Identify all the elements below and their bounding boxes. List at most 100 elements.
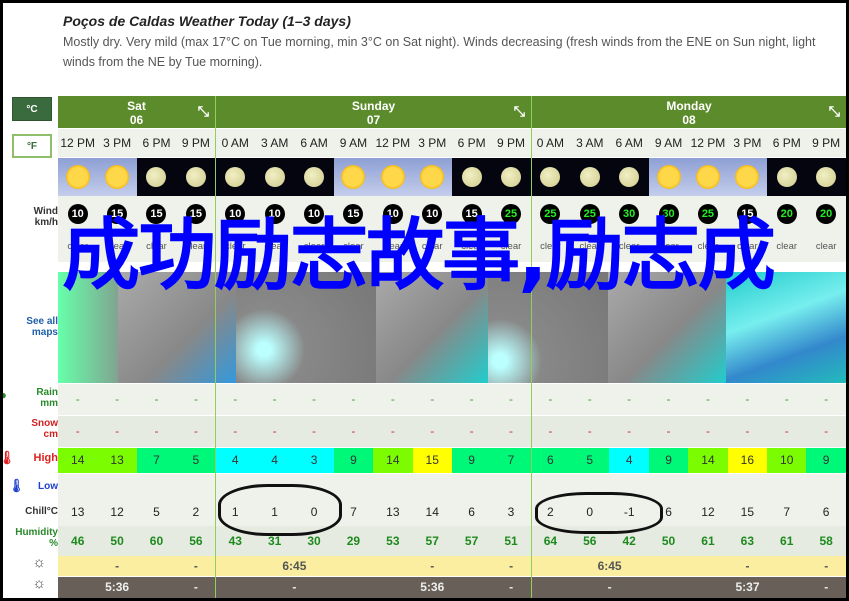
sun-icon: [735, 165, 760, 189]
high-temp-cell: 5: [176, 448, 216, 473]
humidity-cell: 57: [464, 534, 479, 548]
weather-map-thumbnail[interactable]: [376, 272, 488, 383]
rain-cell: -: [115, 392, 120, 406]
chill-cell: 14: [425, 505, 439, 519]
weather-cell: [767, 158, 807, 196]
chill-cell: 15: [740, 505, 755, 519]
sunset-icon: ☼: [32, 575, 46, 592]
wind-cell: 10: [215, 196, 255, 232]
moon-icon: [264, 167, 285, 187]
collapse-icon[interactable]: ⤡: [829, 104, 840, 118]
wind-row: 10 15 15 15 10 10 10 15 10 10 15 25 25 25 30 30 25 15 20 20: [58, 196, 846, 232]
weather-cell: [254, 158, 295, 196]
humidity-cell: 50: [110, 534, 124, 548]
wind-cell: 15: [333, 196, 374, 232]
condition-cell: clear: [451, 232, 492, 262]
rain-cell: -: [154, 392, 159, 406]
condition-row: clear clear clear clear clear clear clear clear…: [58, 232, 846, 262]
wind-cell: 30: [609, 196, 649, 232]
fahrenheit-button[interactable]: °F: [12, 134, 52, 158]
chill-cell: 13: [71, 505, 85, 519]
forecast-summary: Mostly dry. Very mild (max 17°C on Tue m…: [63, 35, 816, 69]
time-cell: 12 PM: [688, 129, 728, 157]
wind-arrow-icon: 15: [146, 204, 167, 224]
rain-cell: -: [587, 392, 592, 406]
condition-cell: clear: [136, 232, 177, 262]
see-all-maps-link[interactable]: See all maps: [26, 316, 58, 338]
high-temp-cell: 13: [97, 448, 137, 473]
thermometer-cold-icon: 🌡: [8, 478, 25, 493]
snow-cell: -: [508, 424, 513, 438]
chill-cell: 6: [822, 505, 830, 519]
sun-icon: [656, 165, 681, 189]
moon-icon: [304, 167, 325, 187]
snow-cell: -: [587, 424, 592, 438]
wind-cell: 10: [412, 196, 452, 232]
collapse-icon[interactable]: ⤡: [514, 104, 525, 118]
wind-arrow-icon: 10: [264, 204, 285, 224]
weather-map-thumbnail[interactable]: [236, 272, 376, 383]
condition-cell: clear: [609, 232, 649, 262]
condition-cell: clear: [176, 232, 216, 262]
high-temp-cell: 6: [530, 448, 571, 473]
moon-icon: [619, 167, 640, 187]
wind-cell: 25: [570, 196, 610, 232]
wind-arrow-icon: 10: [304, 204, 325, 224]
weather-map-thumbnail[interactable]: [608, 272, 726, 383]
time-cell: 9 PM: [176, 129, 216, 157]
condition-cell: clear: [97, 232, 137, 262]
weather-cell: [806, 158, 846, 196]
high-label: 🌡 High: [3, 451, 58, 464]
humidity-cell: 61: [780, 534, 794, 548]
day-header-sat[interactable]: Sat 06 ⤡: [58, 96, 215, 128]
snow-cell: -: [75, 424, 80, 438]
high-temp-cell: 3: [294, 448, 334, 473]
wind-cell: 20: [767, 196, 807, 232]
rain-cell: -: [193, 392, 198, 406]
wind-arrow-icon: 10: [382, 204, 403, 224]
wind-arrow-icon: 15: [185, 204, 206, 224]
humidity-cell: 61: [701, 534, 715, 548]
weather-map-thumbnail[interactable]: [118, 272, 236, 383]
condition-cell: clear: [767, 232, 807, 262]
time-cell: 9 PM: [491, 129, 531, 157]
high-temp-row: 14 13 7 5 4 4 3 9 14 15 9 7 6 5 4 9 14 16 10 9: [58, 448, 846, 473]
wind-arrow-icon: 20: [776, 204, 797, 224]
weather-map-thumbnail[interactable]: [488, 272, 608, 383]
sunrise-time: -: [509, 559, 514, 573]
moon-icon: [461, 167, 482, 187]
rain-cell: -: [705, 392, 710, 406]
wind-arrow-icon: 30: [619, 204, 640, 224]
low-label: 🌡 Low: [8, 478, 58, 493]
high-temp-cell: 9: [451, 448, 492, 473]
wind-arrow-icon: 30: [658, 204, 679, 224]
rain-cell: -: [548, 392, 553, 406]
rain-label: ●● Rainmm: [3, 387, 58, 409]
time-cell: 12 PM: [58, 129, 98, 157]
day-header-sunday[interactable]: Sunday 07 ⤡: [216, 96, 531, 128]
wind-arrow-icon: 15: [461, 204, 482, 224]
collapse-icon[interactable]: ⤡: [198, 104, 209, 118]
wind-cell: 15: [176, 196, 216, 232]
wind-cell: 15: [136, 196, 177, 232]
sunset-time: -: [509, 580, 514, 594]
condition-cell: clear: [491, 232, 531, 262]
snow-cell: -: [666, 424, 671, 438]
day-header-monday[interactable]: Monday 08 ⤡: [532, 96, 846, 128]
weather-page: Poços de Caldas Weather Today (1–3 days)…: [3, 3, 846, 598]
sunrise-time: 6:45: [282, 559, 307, 573]
wind-cell: 15: [451, 196, 492, 232]
humidity-cell: 57: [425, 534, 439, 548]
snow-cell: -: [548, 424, 553, 438]
weather-map-thumbnail[interactable]: [726, 272, 846, 383]
celsius-button[interactable]: °C: [12, 97, 52, 121]
time-cell: 9 AM: [648, 129, 689, 157]
snow-cell: -: [115, 424, 120, 438]
moon-icon: [225, 167, 246, 187]
sunset-time: -: [824, 580, 829, 594]
wind-cell: 10: [294, 196, 334, 232]
time-cell: 3 PM: [97, 129, 137, 157]
weather-maps-strip[interactable]: [58, 272, 846, 383]
sunrise-row: - - 6:45 - - 6:45 - -: [58, 556, 846, 576]
high-temp-cell: 9: [648, 448, 689, 473]
